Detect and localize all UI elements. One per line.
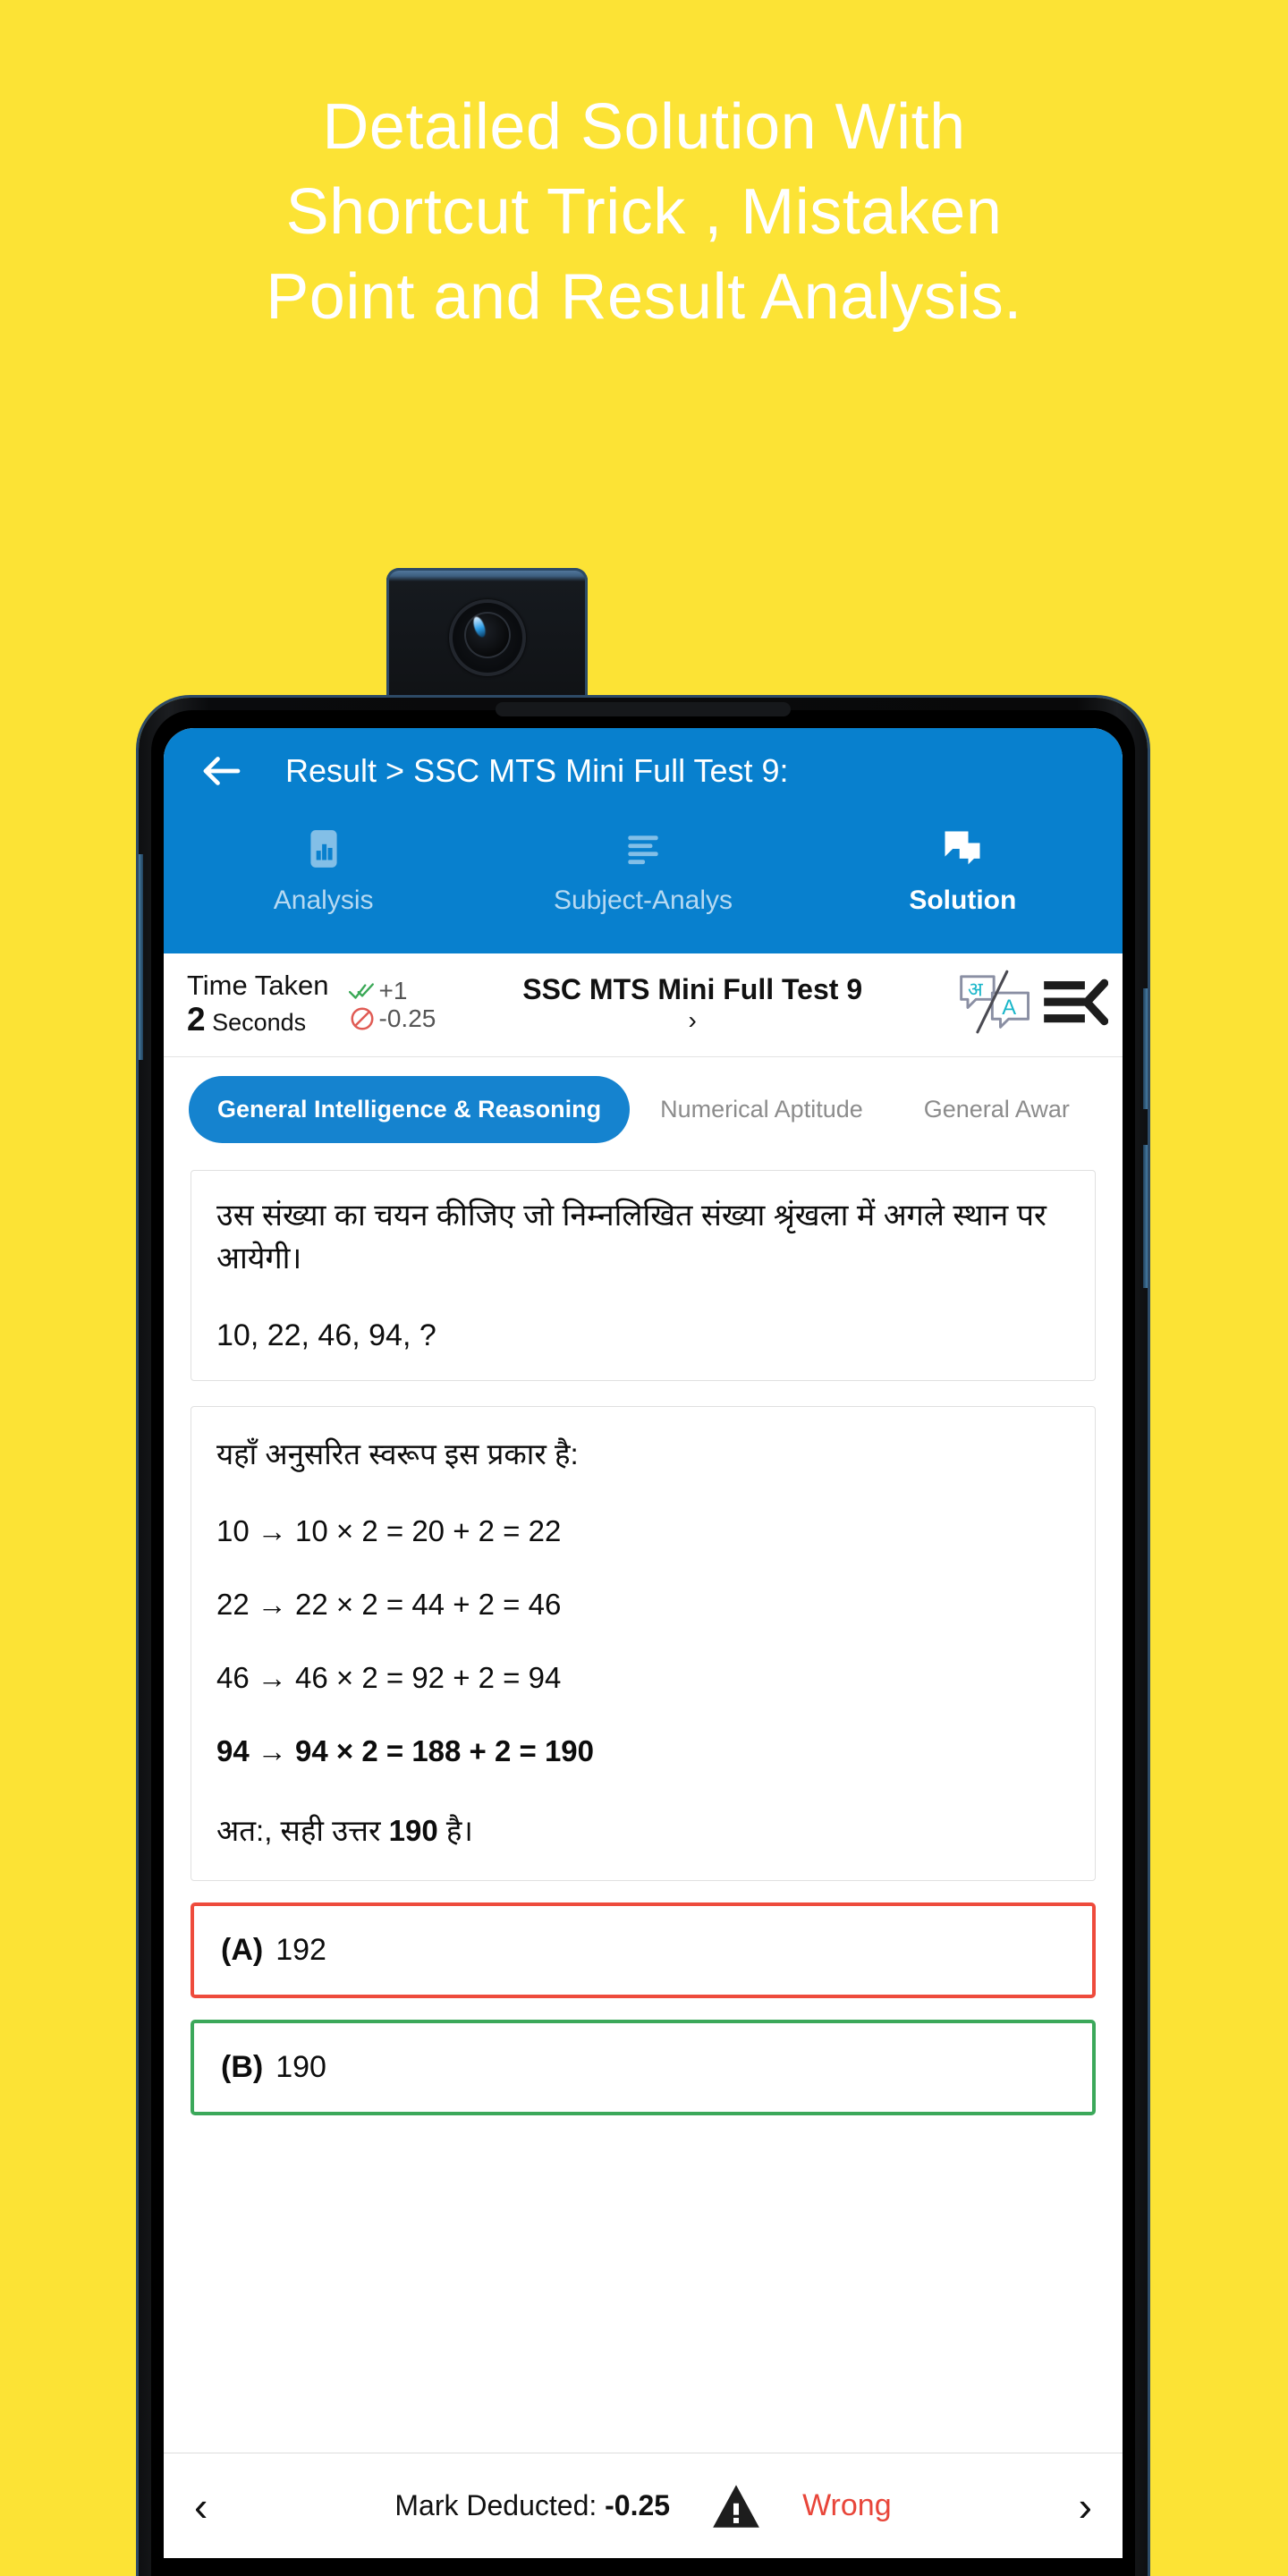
option-a-key: (A) (221, 1932, 264, 1967)
chevron-right-icon[interactable]: › (1079, 2486, 1092, 2527)
menu-collapse-icon[interactable] (1042, 976, 1109, 1034)
positive-mark-row: +1 (348, 976, 436, 1005)
phone-body: Result > SSC MTS Mini Full Test 9: Analy… (139, 698, 1148, 2576)
time-taken-label: Time Taken (187, 969, 329, 1001)
volume-rocker-button[interactable] (139, 854, 143, 1060)
translate-hindi-glyph: अ (968, 979, 984, 1002)
tab-solution[interactable]: Solution (803, 814, 1123, 953)
tab-subject-analysis-label: Subject-Analys (553, 886, 733, 915)
question-series: 10, 22, 46, 94, ? (216, 1318, 436, 1352)
time-taken-number: 2 (187, 1000, 206, 1038)
solution-conclusion: अत:, सही उत्तर 190 है। (216, 1809, 1070, 1850)
chevron-left-icon[interactable]: ‹ (194, 2486, 208, 2527)
app-bar: Result > SSC MTS Mini Full Test 9: Analy… (164, 728, 1123, 953)
positive-mark-value: +1 (378, 976, 408, 1004)
promo-headline: Detailed Solution With Shortcut Trick , … (0, 85, 1288, 340)
test-name-chevron: › (688, 1006, 697, 1035)
mark-deducted-label: Mark Deducted: (394, 2489, 606, 2521)
headline-line-1: Detailed Solution With (322, 91, 966, 163)
camera-lens-inner (463, 612, 511, 658)
solution-step-1: 10 → 10 × 2 = 20 + 2 = 22 (216, 1513, 562, 1547)
popup-selfie-camera (386, 568, 588, 702)
solution-step-3: 46 → 46 × 2 = 92 + 2 = 94 (216, 1660, 562, 1694)
time-taken-block: Time Taken 2 Seconds (187, 969, 329, 1039)
assistant-side-button[interactable] (1143, 1145, 1148, 1288)
subject-chip-reasoning[interactable]: General Intelligence & Reasoning (189, 1075, 631, 1143)
phone-screen: Result > SSC MTS Mini Full Test 9: Analy… (164, 728, 1123, 2558)
question-card: उस संख्या का चयन कीजिए जो निम्नलिखित संख… (191, 1170, 1096, 1381)
negative-mark-value: -0.25 (378, 1004, 436, 1032)
time-taken-value: 2 Seconds (187, 1001, 329, 1039)
solution-card: यहाँ अनुसरित स्वरूप इस प्रकार है: 10 → 1… (191, 1405, 1096, 1881)
option-b-value: 190 (275, 2049, 326, 2084)
test-name-block[interactable]: SSC MTS Mini Full Test 9 › (436, 974, 949, 1036)
mark-deducted-text: Mark Deducted: -0.25 (394, 2489, 670, 2522)
conclusion-answer: 190 (388, 1813, 438, 1847)
question-nav-bar: ‹ Mark Deducted: -0.25 Wrong › (164, 2453, 1123, 2558)
question-text: उस संख्या का चयन कीजिए जो निम्नलिखित संख… (216, 1199, 1046, 1276)
option-a[interactable]: (A) 192 (191, 1902, 1096, 1998)
option-b[interactable]: (B) 190 (191, 2019, 1096, 2115)
tab-subject-analysis[interactable]: Subject-Analys (483, 814, 802, 953)
subject-chip-numerical[interactable]: Numerical Aptitude (630, 1076, 894, 1143)
headline-line-3: Point and Result Analysis. (266, 261, 1022, 334)
bar-chart-icon (301, 821, 346, 877)
back-arrow-icon[interactable] (198, 747, 246, 795)
power-button[interactable] (1143, 988, 1148, 1109)
subject-chip-general-awareness[interactable]: General Awar (894, 1076, 1100, 1143)
question-info-bar: Time Taken 2 Seconds +1 -0.25 SSC MTS Mi… (164, 953, 1123, 1057)
solution-step-4: 94 → 94 × 2 = 188 + 2 = 190 (216, 1733, 595, 1767)
option-b-key: (B) (221, 2049, 264, 2084)
test-name-label: SSC MTS Mini Full Test 9 (522, 974, 863, 1006)
score-block: +1 -0.25 (348, 976, 436, 1033)
negative-mark-row: -0.25 (349, 1004, 436, 1033)
subject-chip-bar: General Intelligence & Reasoning Numeric… (164, 1057, 1123, 1161)
conclusion-prefix: अत:, सही उत्तर (216, 1813, 389, 1847)
phone-mockup: Result > SSC MTS Mini Full Test 9: Analy… (139, 568, 1148, 2576)
tab-analysis[interactable]: Analysis (164, 814, 483, 953)
app-bar-top: Result > SSC MTS Mini Full Test 9: (164, 728, 1123, 814)
double-check-icon (348, 980, 376, 1002)
mark-deducted-value: -0.25 (605, 2489, 671, 2521)
breadcrumb-title: Result > SSC MTS Mini Full Test 9: (285, 752, 789, 789)
conclusion-suffix: है। (437, 1813, 473, 1847)
main-tab-bar: Analysis Subject-Analys Solution (164, 814, 1123, 953)
option-a-value: 192 (275, 1932, 326, 1967)
time-taken-unit: Seconds (212, 1008, 307, 1036)
headline-line-2: Shortcut Trick , Mistaken (285, 176, 1003, 249)
chat-bubbles-icon (939, 821, 986, 877)
earpiece-speaker (496, 702, 791, 716)
answer-status-badge: Wrong (802, 2488, 892, 2522)
translate-icon[interactable]: अ A (958, 970, 1033, 1040)
result-status-group: Mark Deducted: -0.25 Wrong (394, 2483, 892, 2529)
solution-intro: यहाँ अनुसरित स्वरूप इस प्रकार है: (216, 1436, 579, 1470)
translate-latin-glyph: A (1002, 996, 1016, 1020)
tab-analysis-label: Analysis (273, 886, 374, 915)
tab-solution-label: Solution (909, 886, 1017, 915)
list-lines-icon (621, 821, 665, 877)
ban-circle-icon (349, 1005, 376, 1032)
warning-triangle-icon (711, 2483, 761, 2529)
solution-step-2: 22 → 22 × 2 = 44 + 2 = 46 (216, 1587, 562, 1621)
